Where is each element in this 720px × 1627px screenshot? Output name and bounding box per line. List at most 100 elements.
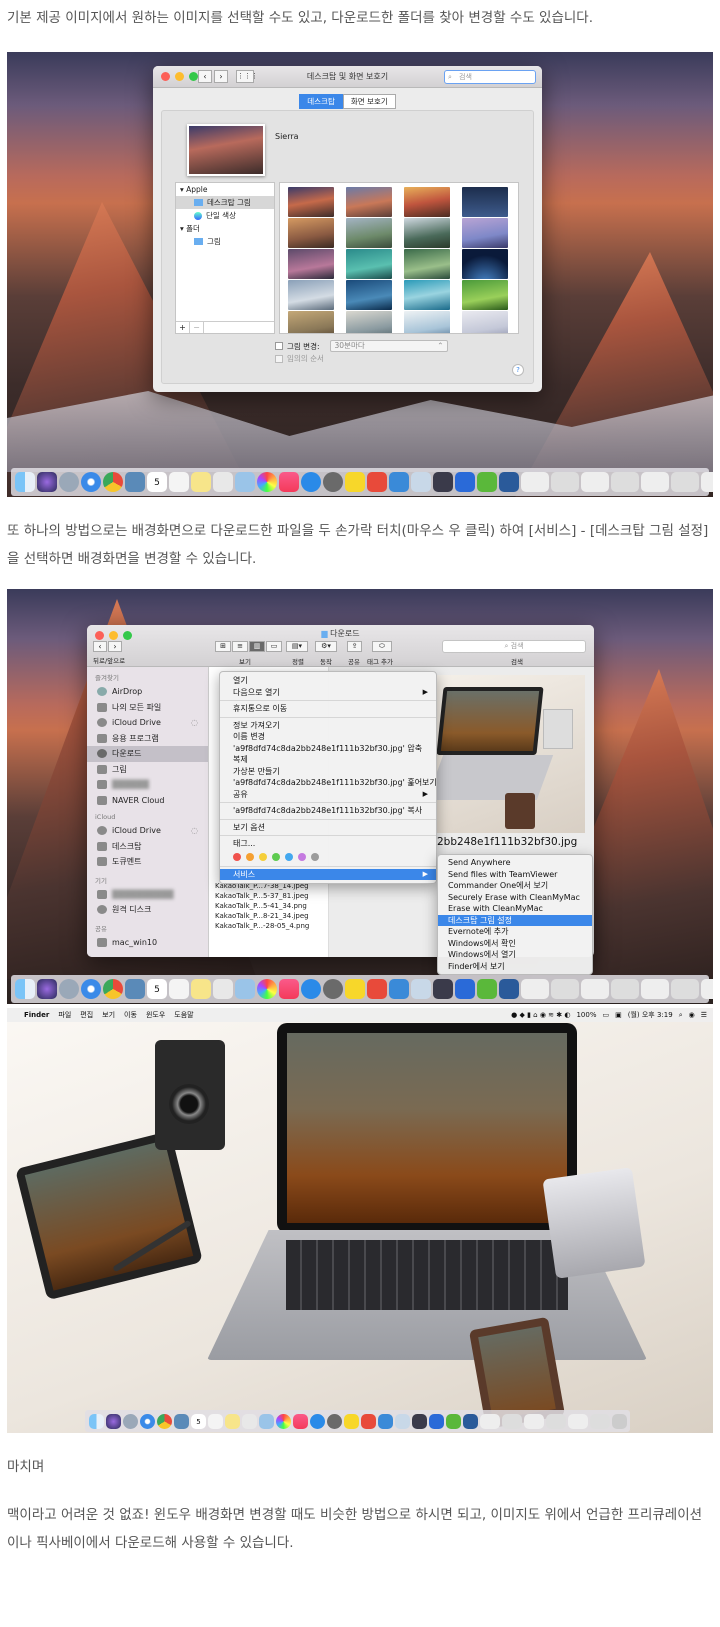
menubar-help[interactable]: 도움말: [174, 1010, 193, 1020]
notes-icon[interactable]: [225, 1413, 240, 1429]
wallpaper-thumb[interactable]: [462, 311, 508, 333]
battery-percent[interactable]: 100%: [576, 1011, 596, 1019]
wallpaper-thumb[interactable]: [346, 218, 392, 248]
minimized-window[interactable]: [502, 1413, 522, 1429]
menu-copy[interactable]: 'a9f8dfd74c8da2bb248e1f111b32bf30.jpg' 복…: [220, 805, 436, 817]
app-icon[interactable]: [499, 472, 519, 492]
menubar-file[interactable]: 파일: [58, 1010, 71, 1020]
sidebar-item-naver-cloud[interactable]: NAVER Cloud: [87, 793, 208, 809]
menu-share[interactable]: 공유 ▶: [220, 789, 436, 801]
minimized-window[interactable]: [546, 1413, 566, 1429]
back-button[interactable]: ‹: [93, 641, 107, 652]
minimized-window[interactable]: [611, 979, 639, 999]
view-switcher[interactable]: ⊞ ≡ ▥ ▭: [215, 641, 282, 652]
wallpaper-thumb[interactable]: [404, 218, 450, 248]
file-item[interactable]: KakaoTalk_P...5-41_34.png: [215, 901, 309, 911]
menubar-edit[interactable]: 편집: [80, 1010, 93, 1020]
reminders-icon[interactable]: [169, 979, 189, 999]
kakaotalk-icon[interactable]: [344, 1413, 359, 1429]
tag-red[interactable]: [233, 852, 241, 861]
menu-move-to-trash[interactable]: 휴지통으로 이동: [220, 703, 436, 715]
app-store-icon[interactable]: [310, 1413, 325, 1429]
service-finder-show[interactable]: Finder에서 보기: [438, 961, 592, 973]
preview-icon[interactable]: [125, 979, 145, 999]
launchpad-icon[interactable]: [123, 1413, 138, 1429]
tab-desktop[interactable]: 데스크탑: [299, 94, 343, 109]
sidebar-item-airdrop[interactable]: AirDrop: [87, 684, 208, 700]
finder-icon[interactable]: [15, 472, 35, 492]
textedit-icon[interactable]: [213, 472, 233, 492]
app-icon[interactable]: [367, 472, 387, 492]
keynote-icon[interactable]: [389, 472, 409, 492]
tag-green[interactable]: [272, 852, 280, 861]
wallpaper-thumb[interactable]: [462, 280, 508, 310]
sidebar-item-remote-disc[interactable]: 원격 디스크: [87, 902, 208, 918]
share-icon[interactable]: ⇪: [347, 641, 362, 652]
search-input[interactable]: ⌕ 검색: [442, 640, 586, 653]
wallpaper-thumb[interactable]: [288, 311, 334, 333]
preview-icon[interactable]: [125, 472, 145, 492]
safari-icon[interactable]: [81, 979, 101, 999]
photos-icon[interactable]: [257, 979, 277, 999]
parallels-icon[interactable]: [433, 472, 453, 492]
menu-rename[interactable]: 이름 변경: [220, 731, 436, 743]
wallpaper-thumb[interactable]: [404, 280, 450, 310]
minimized-window[interactable]: [671, 472, 699, 492]
minimized-window[interactable]: [701, 472, 713, 492]
sidebar-item-mac[interactable]: ██████████: [87, 887, 208, 903]
service-secure-erase[interactable]: Securely Erase with CleanMyMac: [438, 892, 592, 904]
photos-icon[interactable]: [257, 472, 277, 492]
interval-select[interactable]: 30분마다 ⌃: [329, 340, 448, 352]
minimized-window[interactable]: [671, 979, 699, 999]
app-icon[interactable]: [361, 1413, 376, 1429]
tag-gray[interactable]: [311, 852, 319, 861]
safari-icon[interactable]: [81, 472, 101, 492]
wallpaper-thumb[interactable]: [288, 280, 334, 310]
app-icon[interactable]: [455, 979, 475, 999]
menubar-app-name[interactable]: Finder: [24, 1011, 49, 1019]
menu-duplicate[interactable]: 복제: [220, 754, 436, 766]
maps-icon[interactable]: [259, 1413, 274, 1429]
file-item[interactable]: KakaoTalk_P...-28-05_4.png: [215, 921, 309, 931]
system-preferences-icon[interactable]: [323, 472, 343, 492]
textedit-icon[interactable]: [242, 1413, 257, 1429]
menu-get-info[interactable]: 정보 가져오기: [220, 720, 436, 732]
minimized-window[interactable]: [641, 979, 669, 999]
tab-screensaver[interactable]: 화면 보호기: [342, 94, 396, 109]
chrome-icon[interactable]: [157, 1413, 172, 1429]
sidebar-item-downloads[interactable]: 다운로드: [87, 746, 208, 762]
menubar-window[interactable]: 윈도우: [146, 1010, 165, 1020]
system-preferences-icon[interactable]: [323, 979, 343, 999]
service-erase[interactable]: Erase with CleanMyMac: [438, 903, 592, 915]
menubar-view[interactable]: 보기: [102, 1010, 115, 1020]
wallpaper-thumb[interactable]: [404, 249, 450, 279]
chrome-icon[interactable]: [103, 472, 123, 492]
tree-folders[interactable]: ▾ 폴더: [176, 222, 274, 235]
help-button[interactable]: ?: [512, 364, 524, 376]
notes-icon[interactable]: [191, 979, 211, 999]
app-icon[interactable]: [429, 1413, 444, 1429]
wallpaper-thumb[interactable]: [288, 218, 334, 248]
launchpad-icon[interactable]: [59, 472, 79, 492]
photos-icon[interactable]: [276, 1413, 291, 1429]
minimized-window[interactable]: [551, 979, 579, 999]
wallpaper-thumb[interactable]: [404, 187, 450, 217]
maps-icon[interactable]: [235, 472, 255, 492]
wallpaper-thumb[interactable]: [404, 311, 450, 333]
minimized-window[interactable]: [590, 1413, 610, 1429]
minimized-window[interactable]: [581, 472, 609, 492]
input-source-icon[interactable]: ▣: [615, 1011, 622, 1019]
menu-open-with[interactable]: 다음으로 열기 ▶: [220, 687, 436, 699]
minimized-window[interactable]: [551, 472, 579, 492]
wallpaper-thumb[interactable]: [462, 249, 508, 279]
app-icon[interactable]: [455, 472, 475, 492]
menu-view-options[interactable]: 보기 옵션: [220, 822, 436, 834]
sidebar-item-home[interactable]: ██████: [87, 777, 208, 793]
app-icon[interactable]: [499, 979, 519, 999]
random-order-checkbox[interactable]: [275, 354, 283, 363]
sidebar-item-documents[interactable]: 도큐멘트: [87, 854, 208, 870]
action-gear-icon[interactable]: ⚙▾: [315, 641, 337, 652]
minimized-window[interactable]: [568, 1413, 588, 1429]
arrange-button[interactable]: ▤▾: [286, 641, 308, 652]
kakaotalk-icon[interactable]: [345, 472, 365, 492]
